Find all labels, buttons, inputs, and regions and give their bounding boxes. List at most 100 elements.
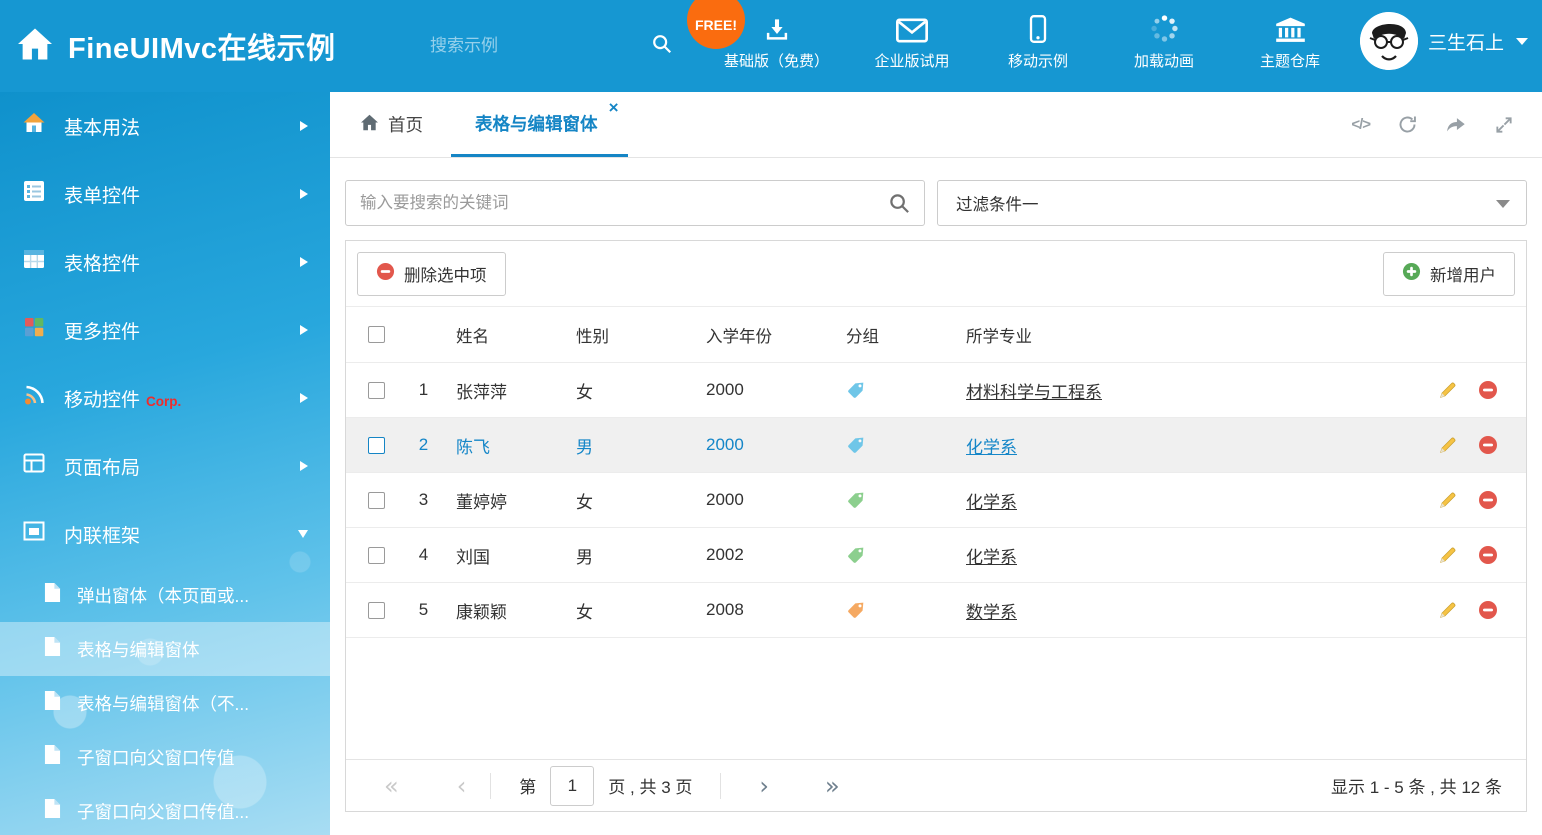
sidebar-item-more-controls[interactable]: 更多控件 [0,296,330,364]
sidebar-item-grid-controls[interactable]: 表格控件 [0,228,330,296]
header-search-input[interactable] [430,36,651,56]
tag-icon [846,435,866,455]
tab-home[interactable]: 首页 [330,92,451,157]
sidebar-item-label: 页面布局 [64,453,140,480]
major-link[interactable]: 数学系 [966,603,1017,622]
delete-row-icon[interactable] [1478,490,1498,510]
avatar [1360,12,1418,70]
edit-pencil-icon[interactable] [1438,490,1458,510]
delete-row-icon[interactable] [1478,380,1498,400]
home-icon[interactable] [16,27,54,66]
header-search [430,30,635,62]
tag-icon [846,545,866,565]
sidebar-item-mobile-controls[interactable]: 移动控件 Corp. [0,364,330,432]
edit-pencil-icon[interactable] [1438,435,1458,455]
tab-bar: 首页 表格与编辑窗体 × </> [330,92,1542,158]
nav-item-label: 企业版试用 [875,50,950,71]
last-page-button[interactable]: » [825,774,840,798]
select-all-checkbox[interactable] [368,326,385,343]
file-icon [44,582,61,608]
username: 三生石上 [1428,28,1504,55]
close-icon[interactable]: × [609,99,619,116]
cell-name: 董婷婷 [446,488,566,513]
expand-icon[interactable] [1494,115,1514,135]
next-page-button[interactable]: › [759,774,769,798]
row-checkbox[interactable] [368,382,385,399]
nav-item-loading-animation[interactable]: 加载动画 [1121,13,1207,71]
tab-label: 首页 [388,112,423,137]
filter-dropdown[interactable]: 过滤条件一 [937,180,1527,226]
cell-year: 2000 [696,490,836,510]
tag-icon [846,600,866,620]
pager-divider [720,773,721,799]
table-icon [22,247,46,277]
column-header-group[interactable]: 分组 [836,323,956,347]
row-checkbox[interactable] [368,492,385,509]
edit-pencil-icon[interactable] [1438,380,1458,400]
row-checkbox[interactable] [368,437,385,454]
delete-row-icon[interactable] [1478,545,1498,565]
page-number-input[interactable] [550,766,594,806]
row-checkbox[interactable] [368,547,385,564]
main-content: 首页 表格与编辑窗体 × </> [330,92,1542,835]
prev-page-button[interactable]: ‹ [457,774,467,798]
cell-year: 2008 [696,600,836,620]
source-code-icon[interactable]: </> [1351,116,1370,133]
search-icon[interactable] [888,192,911,220]
sidebar-item-basic-usage[interactable]: 基本用法 [0,92,330,160]
sidebar-subitem-grid-edit-window-2[interactable]: 表格与编辑窗体（不... [0,676,330,730]
add-user-button[interactable]: 新增用户 [1383,252,1515,296]
major-link[interactable]: 材料科学与工程系 [966,383,1102,402]
sidebar-subitem-child-to-parent-2[interactable]: 子窗口向父窗口传值... [0,784,330,835]
brand: FineUIMvc在线示例 [16,0,336,92]
edit-pencil-icon[interactable] [1438,600,1458,620]
keyword-search-input[interactable] [346,181,924,225]
delete-row-icon[interactable] [1478,600,1498,620]
column-header-major[interactable]: 所学专业 [956,323,1404,347]
nav-item-basic-edition[interactable]: 基础版（免费） [724,13,829,71]
sidebar-subitem-child-to-parent[interactable]: 子窗口向父窗口传值 [0,730,330,784]
sidebar-subitem-grid-edit-window[interactable]: 表格与编辑窗体 [0,622,330,676]
sidebar-subitem-label: 表格与编辑窗体 [77,637,200,662]
sidebar-item-page-layout[interactable]: 页面布局 [0,432,330,500]
delete-selected-button[interactable]: 删除选中项 [357,252,506,296]
major-link[interactable]: 化学系 [966,493,1017,512]
record-count-summary: 显示 1 - 5 条 , 共 12 条 [1331,773,1502,798]
row-index: 2 [401,435,446,455]
share-forward-icon[interactable] [1445,114,1467,136]
nav-item-enterprise-trial[interactable]: 企业版试用 [869,13,955,71]
row-index: 5 [401,600,446,620]
sidebar: 基本用法 表单控件 表格控件 更多控件 [0,92,330,835]
column-header-year[interactable]: 入学年份 [696,323,836,347]
nav-item-theme-store[interactable]: 主题仓库 [1247,13,1333,71]
user-menu[interactable]: 三生石上 [1360,12,1528,70]
page-suffix: 页 , 共 3 页 [608,773,692,798]
edit-pencil-icon[interactable] [1438,545,1458,565]
cell-name: 康颖颖 [446,598,566,623]
tab-grid-edit-window[interactable]: 表格与编辑窗体 × [451,92,628,157]
major-link[interactable]: 化学系 [966,548,1017,567]
header-nav: 基础版（免费） 企业版试用 移动示例 加载动画 [724,13,1333,71]
first-page-button[interactable]: « [384,774,399,798]
filter-dropdown-value: 过滤条件一 [956,191,1039,215]
refresh-icon[interactable] [1397,114,1418,135]
table-row[interactable]: 3 董婷婷 女 2000 化学系 [346,473,1526,528]
spinner-icon [1150,13,1179,43]
column-header-gender[interactable]: 性别 [566,323,696,347]
search-icon[interactable] [651,33,673,60]
column-header-name[interactable]: 姓名 [446,323,566,347]
cell-gender: 女 [566,598,696,623]
table-row[interactable]: 5 康颖颖 女 2008 数学系 [346,583,1526,638]
table-row[interactable]: 4 刘国 男 2002 化学系 [346,528,1526,583]
major-link[interactable]: 化学系 [966,438,1017,457]
sidebar-item-form-controls[interactable]: 表单控件 [0,160,330,228]
nav-item-mobile-demo[interactable]: 移动示例 [995,13,1081,71]
row-checkbox[interactable] [368,602,385,619]
sidebar-subitem-popup-window[interactable]: 弹出窗体（本页面或... [0,568,330,622]
table-row[interactable]: 1 张萍萍 女 2000 材料科学与工程系 [346,363,1526,418]
table-row[interactable]: 2 陈飞 男 2000 化学系 [346,418,1526,473]
sidebar-item-iframe[interactable]: 内联框架 [0,500,330,568]
delete-row-icon[interactable] [1478,435,1498,455]
cell-gender: 女 [566,488,696,513]
cell-gender: 男 [566,433,696,458]
